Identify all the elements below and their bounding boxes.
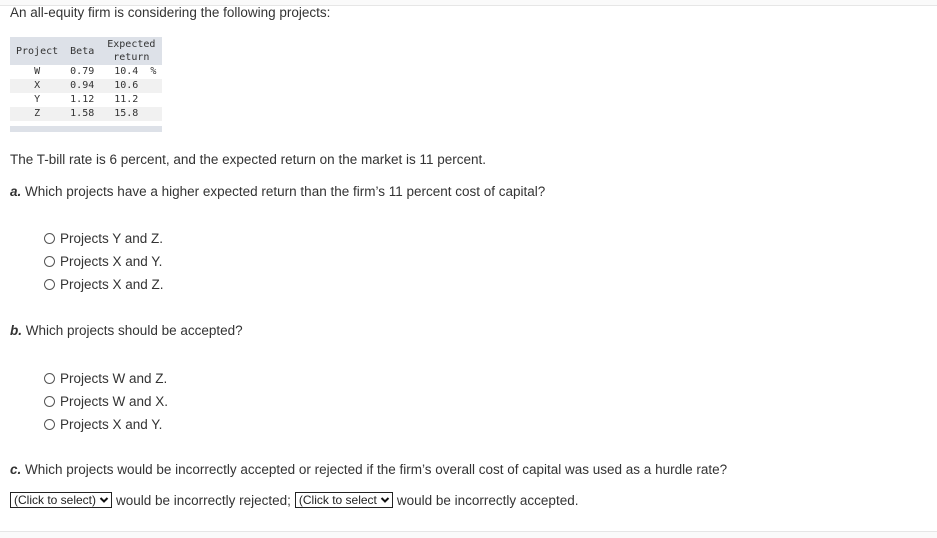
- cell-expected-return: 10.4 %: [100, 65, 162, 79]
- header-beta: Beta: [64, 37, 101, 65]
- select-value[interactable]: (Click to select): [299, 493, 377, 507]
- cell-expected-return: 10.6: [100, 79, 163, 93]
- question-a: a. Which projects have a higher expected…: [10, 184, 545, 199]
- chevron-down-icon[interactable]: [380, 495, 390, 505]
- cell-project: Y: [34, 94, 41, 105]
- option-b-1[interactable]: Projects W and Z.: [44, 367, 168, 390]
- radio-button[interactable]: [44, 279, 55, 290]
- option-label[interactable]: Projects Y and Z.: [60, 227, 163, 250]
- cell-expected-return: 11.2: [114, 94, 139, 105]
- option-b-2[interactable]: Projects W and X.: [44, 390, 168, 413]
- option-a-1[interactable]: Projects Y and Z.: [44, 227, 164, 250]
- radio-button[interactable]: [44, 233, 55, 244]
- table-row: W 0.79 10.4 %: [10, 65, 162, 79]
- accepted-text: would be incorrectly accepted.: [396, 492, 579, 508]
- radio-button[interactable]: [44, 419, 55, 430]
- cell-project: X: [10, 79, 65, 93]
- header-expected-return: Expected return: [100, 37, 163, 65]
- question-a-text: Which projects have a higher expected re…: [25, 184, 546, 199]
- question-c-label: c.: [10, 462, 22, 477]
- option-label[interactable]: Projects X and Y.: [60, 413, 162, 436]
- option-label[interactable]: Projects X and Z.: [60, 273, 164, 296]
- header-expected-line2: return: [113, 52, 150, 63]
- statement-text: The T-bill rate is 6 percent, and the ex…: [10, 152, 487, 167]
- accepted-projects-select[interactable]: (Click to select): [294, 492, 393, 508]
- cell-beta: 0.94: [64, 79, 101, 93]
- option-label[interactable]: Projects W and X.: [60, 390, 168, 413]
- chevron-down-icon[interactable]: [99, 495, 109, 505]
- option-label[interactable]: Projects X and Y.: [60, 250, 162, 273]
- projects-table: Project Beta Expected return W 0.79 10.4…: [10, 37, 163, 132]
- question-b-options: Projects W and Z. Projects W and X. Proj…: [44, 367, 168, 436]
- question-b: b. Which projects should be accepted?: [10, 323, 243, 338]
- option-label[interactable]: Projects W and Z.: [60, 367, 167, 390]
- rejected-text: would be incorrectly rejected;: [116, 492, 291, 508]
- radio-button[interactable]: [44, 373, 55, 384]
- question-c: c. Which projects would be incorrectly a…: [10, 462, 727, 477]
- header-project: Project: [10, 37, 65, 65]
- percent-unit: %: [150, 66, 157, 77]
- intro-text: An all-equity firm is considering the fo…: [10, 5, 331, 20]
- radio-button[interactable]: [44, 256, 55, 267]
- cell-project: Z: [10, 107, 65, 121]
- option-a-2[interactable]: Projects X and Y.: [44, 250, 164, 273]
- table-row: X 0.94 10.6: [10, 79, 163, 93]
- cell-project: W: [34, 66, 41, 77]
- table-row: Z 1.58 15.8: [10, 107, 163, 121]
- select-value[interactable]: (Click to select): [14, 493, 96, 507]
- question-b-label: b.: [10, 323, 22, 338]
- option-b-3[interactable]: Projects X and Y.: [44, 413, 168, 436]
- table-header-row: Project Beta Expected return: [10, 37, 163, 65]
- table-row: Y 1.12 11.2: [10, 93, 162, 107]
- option-a-3[interactable]: Projects X and Z.: [44, 273, 164, 296]
- cell-expected-return: 15.8: [100, 107, 163, 121]
- radio-button[interactable]: [44, 396, 55, 407]
- question-a-label: a.: [10, 184, 22, 199]
- cell-beta: 1.12: [70, 94, 95, 105]
- question-b-text: Which projects should be accepted?: [25, 323, 243, 338]
- cell-beta: 1.58: [64, 107, 101, 121]
- table-footer-bar: [10, 126, 163, 132]
- question-c-answer-line: (Click to select) would be incorrectly r…: [10, 492, 578, 508]
- question-c-text: Which projects would be incorrectly acce…: [25, 462, 728, 477]
- cell-beta: 0.79: [70, 66, 95, 77]
- rejected-projects-select[interactable]: (Click to select): [10, 492, 113, 508]
- header-expected-line1: Expected: [107, 39, 156, 50]
- return-value: 10.4: [114, 66, 139, 77]
- question-a-options: Projects Y and Z. Projects X and Y. Proj…: [44, 227, 164, 296]
